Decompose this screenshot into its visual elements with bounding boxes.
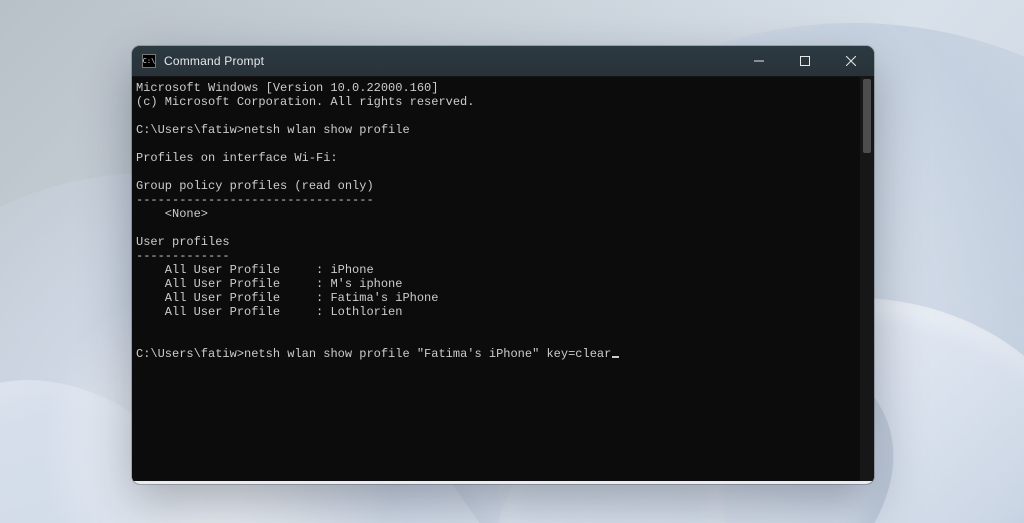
profile-row: All User Profile : Fatima's iPhone bbox=[136, 291, 438, 305]
maximize-button[interactable] bbox=[782, 46, 828, 76]
minimize-button[interactable] bbox=[736, 46, 782, 76]
profile-row: All User Profile : iPhone bbox=[136, 263, 374, 277]
divider: ------------- bbox=[136, 249, 230, 263]
group-policy-header: Group policy profiles (read only) bbox=[136, 179, 374, 193]
profile-row: All User Profile : Lothlorien bbox=[136, 305, 402, 319]
terminal-output[interactable]: Microsoft Windows [Version 10.0.22000.16… bbox=[132, 77, 860, 481]
prompt-command: netsh wlan show profile bbox=[244, 123, 410, 137]
command-prompt-window: C:\ Command Prompt Microsoft Windows [Ve… bbox=[132, 46, 874, 484]
scrollbar-thumb[interactable] bbox=[863, 79, 871, 153]
prompt-path: C:\Users\fatiw> bbox=[136, 123, 244, 137]
user-profiles-header: User profiles bbox=[136, 235, 230, 249]
scrollbar[interactable] bbox=[860, 77, 874, 481]
interface-header: Profiles on interface Wi-Fi: bbox=[136, 151, 338, 165]
close-button[interactable] bbox=[828, 46, 874, 76]
version-line: Microsoft Windows [Version 10.0.22000.16… bbox=[136, 81, 438, 95]
cursor bbox=[612, 356, 619, 358]
profile-row: All User Profile : M's iphone bbox=[136, 277, 402, 291]
app-icon: C:\ bbox=[142, 54, 156, 68]
window-title: Command Prompt bbox=[164, 54, 264, 68]
group-policy-none: <None> bbox=[136, 207, 208, 221]
divider: --------------------------------- bbox=[136, 193, 374, 207]
titlebar[interactable]: C:\ Command Prompt bbox=[132, 46, 874, 76]
prompt-command: netsh wlan show profile "Fatima's iPhone… bbox=[244, 347, 611, 361]
prompt-path: C:\Users\fatiw> bbox=[136, 347, 244, 361]
window-border-bottom bbox=[132, 481, 874, 484]
copyright-line: (c) Microsoft Corporation. All rights re… bbox=[136, 95, 474, 109]
